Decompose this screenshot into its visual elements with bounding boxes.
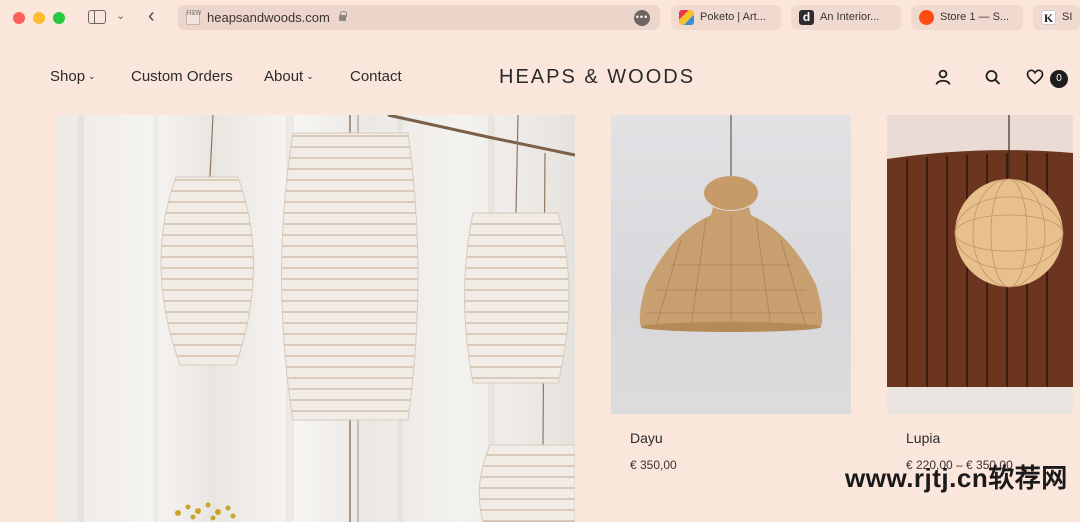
back-arrow-icon[interactable]: ‹ [148, 5, 155, 27]
url-text[interactable]: heapsandwoods.com [207, 10, 330, 25]
d-favicon-icon: d [799, 10, 814, 25]
nav-contact[interactable]: Contact [350, 68, 402, 85]
page-menu-icon[interactable]: ••• [634, 10, 650, 26]
store-favicon-icon [919, 10, 934, 25]
nav-about-label: About [264, 68, 304, 85]
tab-store[interactable]: Store 1 — S... [911, 5, 1023, 30]
close-window-button[interactable] [13, 12, 25, 24]
wishlist-heart-icon[interactable] [1026, 68, 1044, 86]
browser-toolbar: ⌄ ‹ H&W heapsandwoods.com ••• Poketo | A… [0, 0, 1080, 36]
chevron-down-icon: ⌄ [306, 71, 314, 81]
search-icon[interactable] [984, 68, 1002, 86]
tab-label: SI [1062, 11, 1073, 23]
nav-shop-label: Shop [50, 68, 86, 85]
k-favicon-icon: K [1041, 10, 1056, 25]
poketo-favicon-icon [679, 10, 694, 25]
nav-about[interactable]: About ⌄ [264, 68, 314, 85]
account-icon[interactable] [934, 68, 952, 86]
dayu-lamp-illustration [639, 115, 823, 332]
chevron-down-icon[interactable]: ⌄ [116, 9, 125, 22]
lupia-lamp-illustration [887, 115, 1073, 414]
tab-interior[interactable]: d An Interior... [791, 5, 901, 30]
tab-label: An Interior... [820, 11, 880, 23]
nav-shop[interactable]: Shop ⌄ [50, 68, 96, 85]
cart-count-badge[interactable]: 0 [1050, 70, 1068, 88]
sidebar-toggle-icon[interactable] [88, 10, 106, 24]
scrollbar-track[interactable] [1073, 36, 1080, 522]
product-image-dayu[interactable] [611, 115, 851, 414]
tab-k[interactable]: K SI [1033, 5, 1080, 30]
site-logo[interactable]: HEAPS & WOODS [499, 66, 695, 89]
product-name-dayu[interactable]: Dayu [630, 430, 663, 446]
tab-label: Store 1 — S... [940, 11, 1010, 23]
minimize-window-button[interactable] [33, 12, 45, 24]
tab-label: Poketo | Art... [700, 11, 766, 23]
chevron-down-icon: ⌄ [88, 71, 96, 81]
nav-custom-orders[interactable]: Custom Orders [131, 68, 233, 85]
fullscreen-window-button[interactable] [53, 12, 65, 24]
lanterns-illustration [78, 115, 575, 522]
product-name-lupia[interactable]: Lupia [906, 430, 940, 446]
hero-image[interactable] [58, 115, 575, 522]
watermark-text: www.rjtj.cn软荐网 [845, 463, 1068, 493]
product-price-dayu: € 350,00 [630, 458, 677, 472]
lock-icon [338, 11, 347, 21]
product-image-lupia[interactable] [887, 115, 1073, 414]
site-favicon: H&W [186, 10, 201, 25]
tab-poketo[interactable]: Poketo | Art... [671, 5, 781, 30]
